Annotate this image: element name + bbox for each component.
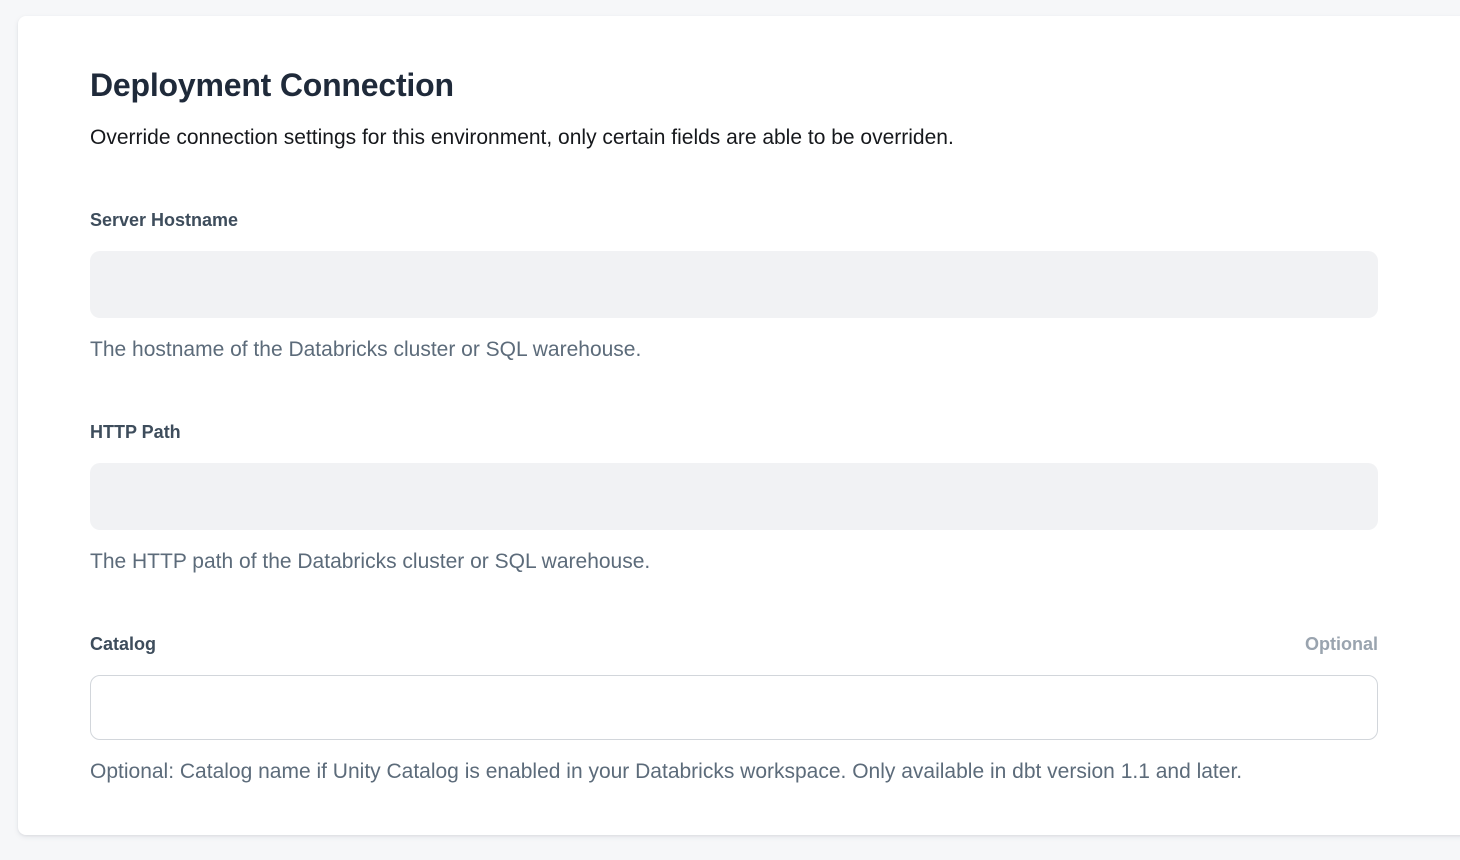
http-path-label: HTTP Path [90, 420, 181, 445]
catalog-optional-badge: Optional [1305, 632, 1378, 657]
server-hostname-input [90, 251, 1378, 318]
server-hostname-field: Server Hostname The hostname of the Data… [90, 208, 1378, 363]
catalog-label: Catalog [90, 632, 156, 657]
catalog-help-text: Optional: Catalog name if Unity Catalog … [90, 759, 1378, 785]
http-path-input [90, 463, 1378, 530]
server-hostname-help-text: The hostname of the Databricks cluster o… [90, 337, 1378, 363]
server-hostname-label: Server Hostname [90, 208, 238, 233]
server-hostname-label-row: Server Hostname [90, 208, 1378, 233]
catalog-label-row: Catalog Optional [90, 632, 1378, 657]
deployment-connection-card: Deployment Connection Override connectio… [18, 16, 1460, 835]
http-path-help-text: The HTTP path of the Databricks cluster … [90, 549, 1378, 575]
catalog-input[interactable] [90, 675, 1378, 740]
page-subtitle: Override connection settings for this en… [90, 125, 1378, 151]
http-path-field: HTTP Path The HTTP path of the Databrick… [90, 420, 1378, 575]
catalog-field: Catalog Optional Optional: Catalog name … [90, 632, 1378, 785]
page-title: Deployment Connection [90, 66, 1378, 104]
http-path-label-row: HTTP Path [90, 420, 1378, 445]
